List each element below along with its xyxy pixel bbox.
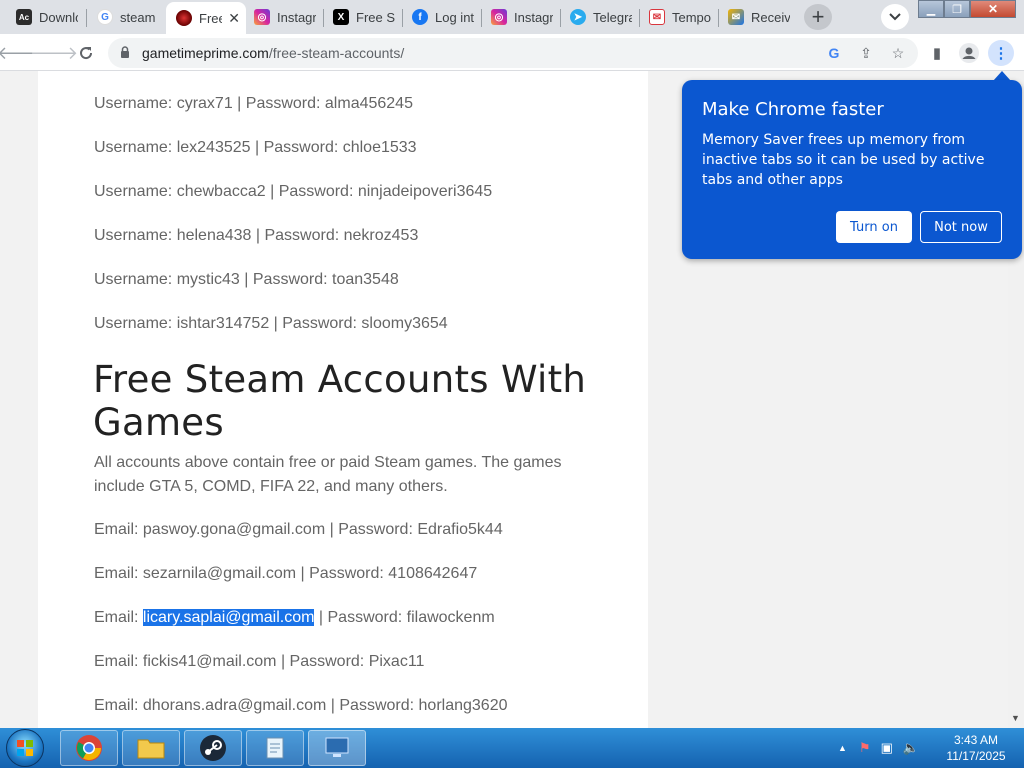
show-hidden-icons-icon[interactable]: ▲ [838,743,847,753]
system-tray: ▲ ⚑ ▣ 🔈 [838,728,919,768]
chevron-down-icon [889,13,901,21]
google-lens-icon[interactable]: G [824,44,844,62]
new-tab-button[interactable]: + [804,4,832,30]
receive-sms-icon: ✉ [728,9,744,25]
lock-icon[interactable] [120,46,130,58]
close-window-button[interactable]: ✕ [970,0,1016,18]
maximize-button[interactable]: ❐ [944,0,970,18]
selected-text[interactable]: licary.saplai@gmail.com [142,609,315,626]
chrome-icon [76,735,102,761]
acrobat-icon: Ac [16,9,32,25]
profile-avatar-icon [959,43,979,63]
windows-taskbar: ▲ ⚑ ▣ 🔈 3:43 AM 11/17/2025 [0,728,1024,768]
tab-instagram[interactable]: ◎ Instagr [244,2,322,32]
scroll-down-arrow-icon[interactable]: ▼ [1011,713,1020,723]
tab-temp-mail[interactable]: ✉ Tempo [639,2,717,32]
start-button[interactable] [6,729,44,767]
tab-google-search[interactable]: G steam a [87,2,165,32]
article-content: Username: cyrax71 | Password: alma456245… [38,71,648,728]
folder-icon [137,739,165,759]
tab-acrobat[interactable]: Ac Downlo [6,2,84,32]
google-icon: G [97,9,113,25]
tab-strip: Ac Downlo G steam a Free ✕ ◎ Instagr X F… [0,0,1024,34]
section-heading: Free Steam Accounts With Games [93,358,587,444]
account-line: Username: mystic43 | Password: toan3548 [94,271,399,288]
taskbar-explorer[interactable] [122,730,180,766]
browser-toolbar: 🡐 🡒 gametimeprime.com/free-steam-account… [0,34,1024,71]
popup-body: Memory Saver frees up memory from inacti… [702,132,985,188]
tab-active[interactable]: Free ✕ [166,2,246,34]
email-line: Email: sezarnila@gmail.com | Password: 4… [94,565,478,582]
action-center-icon[interactable]: ⚑ [859,740,871,756]
url-text: gametimeprime.com/free-steam-accounts/ [142,45,405,61]
not-now-button[interactable]: Not now [920,211,1002,243]
tab-instagram-2[interactable]: ◎ Instagr [481,2,559,32]
x-icon: X [333,9,349,25]
tab-facebook[interactable]: f Log int [402,2,480,32]
instagram-icon: ◎ [254,9,270,25]
account-line: Username: helena438 | Password: nekroz45… [94,227,419,244]
email-line-selected[interactable]: Email: licary.saplai@gmail.com | Passwor… [94,609,495,627]
taskbar-steam[interactable] [184,730,242,766]
steam-icon [200,735,226,761]
memory-saver-popup: Make Chrome faster Memory Saver frees up… [682,80,1022,259]
facebook-icon: f [412,9,428,25]
reload-button[interactable] [73,40,99,66]
windows-logo-icon [17,740,33,756]
network-icon[interactable]: ▣ [881,740,893,756]
tab-search-button[interactable] [881,4,909,30]
reload-icon [80,47,93,60]
email-line: Email: paswoy.gona@gmail.com | Password:… [94,521,503,538]
volume-icon[interactable]: 🔈 [903,740,919,756]
site-icon [176,10,192,26]
account-line: Username: cyrax71 | Password: alma456245 [94,95,413,112]
telegram-icon: ➤ [570,9,586,25]
bookmark-star-icon[interactable]: ☆ [888,44,908,62]
monitor-icon [325,737,349,757]
address-bar[interactable]: gametimeprime.com/free-steam-accounts/ G… [108,38,918,68]
tab-telegram[interactable]: ➤ Telegra [560,2,638,32]
profile-button[interactable] [956,40,982,66]
popup-title: Make Chrome faster [702,99,884,120]
share-icon[interactable]: ⇪ [856,44,876,62]
window-controls: ▁ ❐ ✕ [918,0,1016,18]
email-line: Email: fickis41@mail.com | Password: Pix… [94,653,425,670]
side-panel-icon[interactable]: ▮ [924,40,950,66]
close-tab-icon[interactable]: ✕ [222,10,240,27]
tab-x[interactable]: X Free St [323,2,401,32]
account-line: Username: chewbacca2 | Password: ninjade… [94,183,493,200]
minimize-button[interactable]: ▁ [918,0,944,18]
taskbar-chrome[interactable] [60,730,118,766]
chrome-menu-button[interactable]: ⋮ [988,40,1014,66]
account-line: Username: ishtar314752 | Password: sloom… [94,315,448,332]
instagram-icon: ◎ [491,9,507,25]
tempmail-icon: ✉ [649,9,665,25]
turn-on-button[interactable]: Turn on [836,211,912,243]
notepad-icon [266,737,284,759]
account-line: Username: lex243525 | Password: chloe153… [94,139,417,156]
taskbar-remote-desktop[interactable] [308,730,366,766]
taskbar-notepad[interactable] [246,730,304,766]
system-clock[interactable]: 3:43 AM 11/17/2025 [940,732,1012,764]
section-paragraph: All accounts above contain free or paid … [94,454,562,495]
tab-receive[interactable]: ✉ Receive [718,2,796,32]
forward-button[interactable]: 🡒 [30,40,78,66]
email-line: Email: dhorans.adra@gmail.com | Password… [94,697,508,714]
